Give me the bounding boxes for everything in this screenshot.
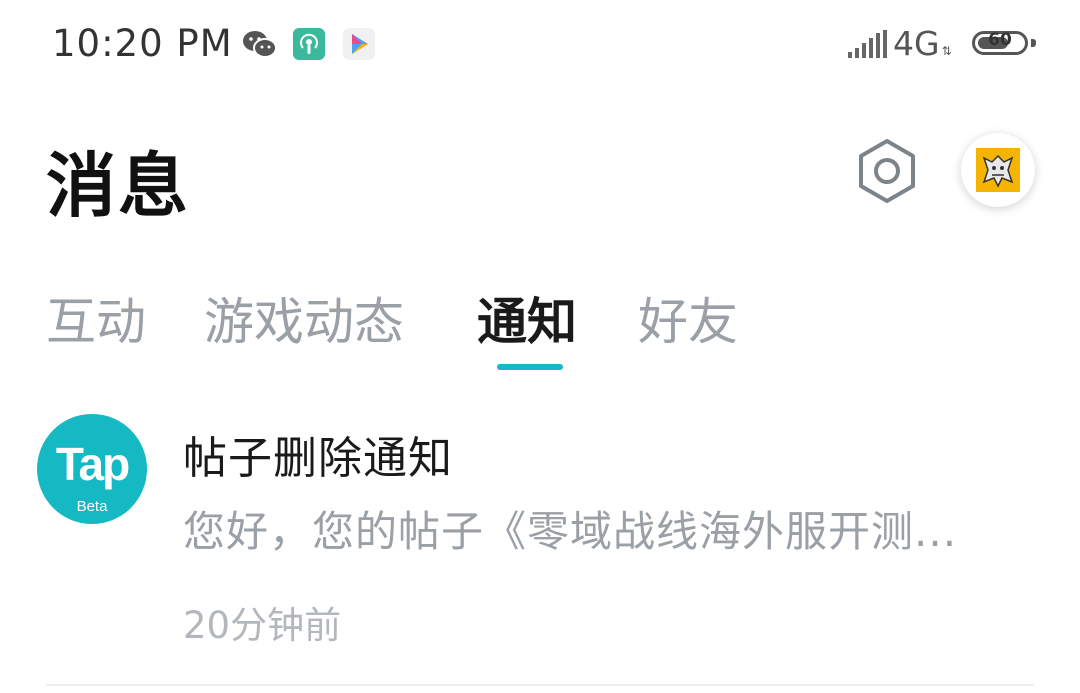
podcast-icon [293, 28, 325, 60]
notification-item[interactable]: Tap Beta 帖子删除通知 您好，您的帖子《零域战线海外服开测... 20分… [0, 400, 1080, 686]
battery-level: 60 [988, 30, 1012, 50]
avatar-image [976, 148, 1020, 192]
active-tab-indicator [497, 364, 563, 370]
gear-icon[interactable] [852, 136, 922, 206]
tab-interaction[interactable]: 互动 [46, 282, 146, 354]
data-activity-icon: ⇅ [941, 44, 952, 58]
taptap-logo: Tap Beta [37, 414, 147, 524]
notification-title: 帖子删除通知 [183, 433, 453, 484]
tab-game-updates[interactable]: 游戏动态 [204, 282, 404, 354]
divider [46, 684, 1034, 686]
tab-notifications[interactable]: 通知 [477, 282, 577, 354]
signal-icon [848, 30, 888, 62]
logo-text: Tap [55, 438, 130, 490]
battery-icon: 60 [972, 30, 1028, 55]
status-time: 10:20 PM [52, 22, 233, 65]
notification-body: 您好，您的帖子《零域战线海外服开测... [183, 507, 958, 556]
notification-time: 20分钟前 [183, 604, 342, 647]
wechat-icon [242, 28, 277, 60]
page-title: 消息 [46, 145, 190, 227]
play-store-icon [343, 28, 375, 60]
tab-friends[interactable]: 好友 [638, 282, 738, 354]
logo-badge: Beta [76, 498, 108, 515]
network-type: 4G ⇅ [893, 24, 952, 63]
status-bar: 10:20 PM 4G ⇅ 60 [0, 0, 1080, 90]
battery-tip [1031, 39, 1036, 47]
user-avatar[interactable] [961, 133, 1035, 207]
